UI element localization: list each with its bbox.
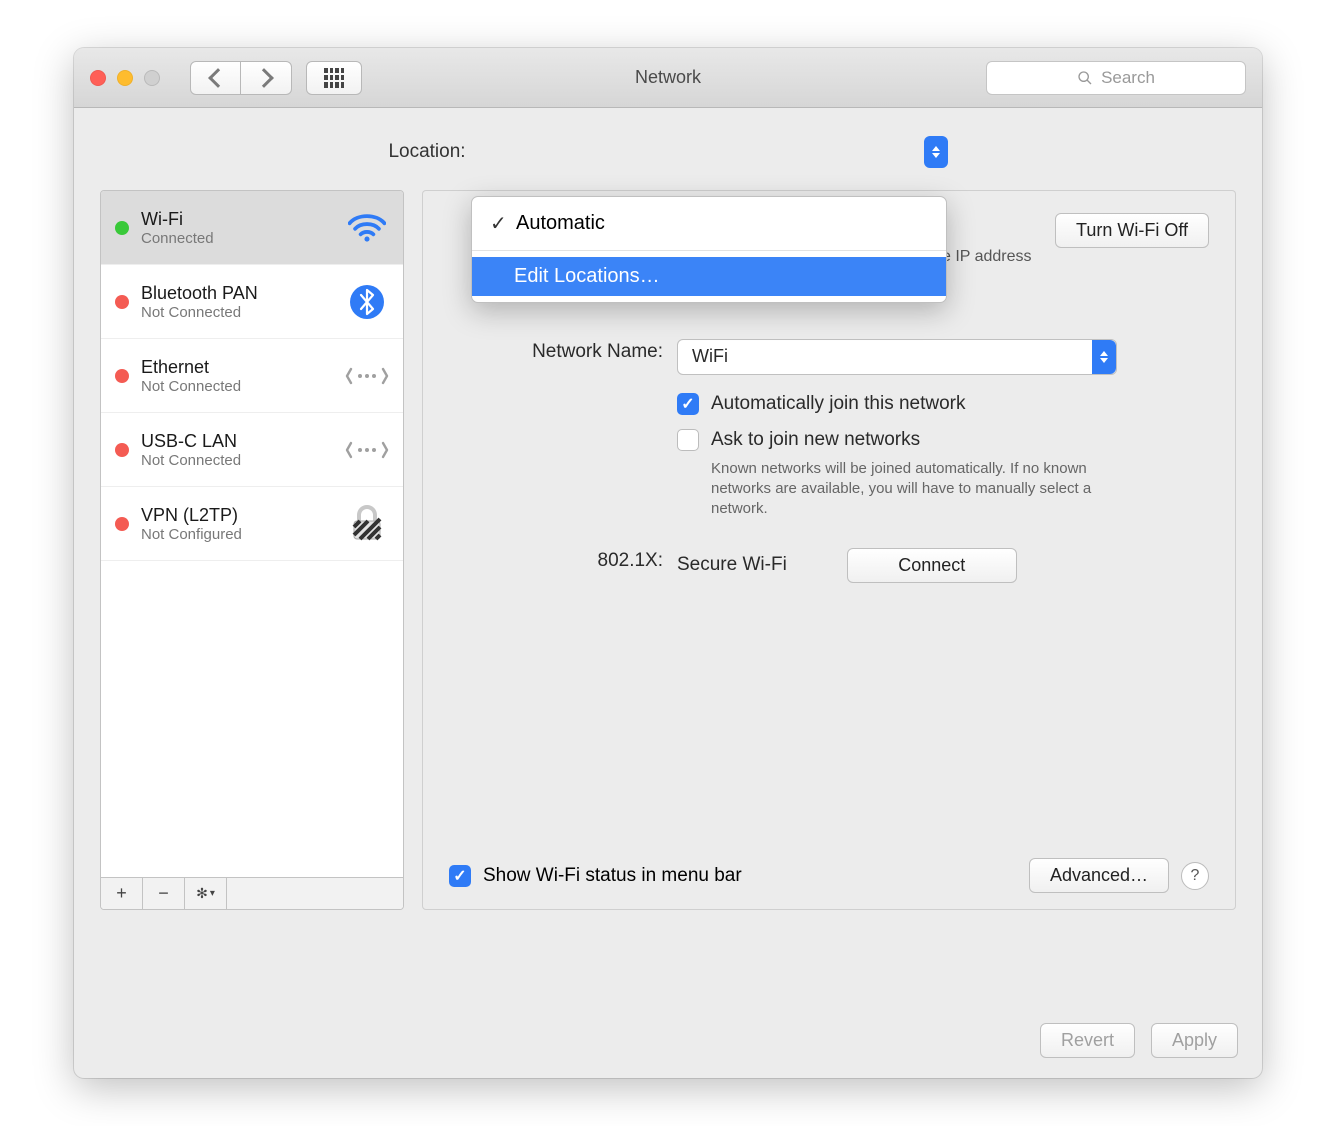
interface-list: Wi-Fi Connected Bluetooth PAN Not Connec… [101, 191, 403, 877]
8021x-label: 802.1X: [449, 548, 677, 583]
titlebar: Network Search [74, 48, 1262, 108]
location-row: Location: [100, 136, 1236, 168]
zoom-button [144, 70, 160, 86]
interface-status: Not Configured [141, 526, 345, 543]
interface-row-bluetooth[interactable]: Bluetooth PAN Not Connected [101, 265, 403, 339]
location-label: Location: [388, 141, 465, 163]
chevron-down-icon: ▾ [210, 888, 215, 899]
interface-name: Wi-Fi [141, 209, 345, 230]
add-interface-button[interactable]: + [101, 878, 143, 909]
interface-name: Ethernet [141, 357, 345, 378]
interface-status: Connected [141, 230, 345, 247]
interface-actions-button[interactable]: ✻▾ [185, 878, 227, 909]
ask-join-checkbox[interactable] [677, 429, 699, 451]
advanced-button[interactable]: Advanced… [1029, 858, 1169, 893]
lock-icon [345, 505, 389, 543]
search-field[interactable]: Search [986, 61, 1246, 95]
dropdown-arrows-icon [1092, 340, 1116, 374]
window-footer-buttons: Revert Apply [1040, 1023, 1238, 1058]
apply-button[interactable]: Apply [1151, 1023, 1238, 1058]
help-button[interactable]: ? [1181, 862, 1209, 890]
interface-name: USB-C LAN [141, 431, 345, 452]
toggle-wifi-button[interactable]: Turn Wi-Fi Off [1055, 213, 1209, 248]
8021x-value: Secure Wi-Fi [677, 554, 787, 576]
network-name-label: Network Name: [449, 339, 677, 375]
gear-icon: ✻ [196, 885, 208, 902]
window-controls [90, 70, 160, 86]
bluetooth-icon [345, 284, 389, 320]
interface-status: Not Connected [141, 304, 345, 321]
network-prefs-window: Network Search Location: ✓ Automatic [74, 48, 1262, 1078]
interface-name: Bluetooth PAN [141, 283, 345, 304]
back-button[interactable] [191, 62, 241, 94]
interface-row-wifi[interactable]: Wi-Fi Connected [101, 191, 403, 265]
interface-status: Not Connected [141, 452, 345, 469]
search-placeholder: Search [1101, 68, 1155, 88]
network-name-value: WiFi [692, 346, 728, 367]
interface-row-ethernet[interactable]: Ethernet Not Connected [101, 339, 403, 413]
revert-button[interactable]: Revert [1040, 1023, 1135, 1058]
close-button[interactable] [90, 70, 106, 86]
grid-icon [324, 68, 344, 88]
network-name-dropdown[interactable]: WiFi [677, 339, 1117, 375]
minimize-button[interactable] [117, 70, 133, 86]
status-dot-icon [115, 221, 129, 235]
interface-name: VPN (L2TP) [141, 505, 345, 526]
interface-status: Not Connected [141, 378, 345, 395]
network-name-row: Network Name: WiFi [449, 339, 1209, 375]
location-menu: ✓ Automatic Edit Locations… [471, 196, 947, 303]
dropdown-arrows-icon [924, 136, 948, 168]
show-status-label: Show Wi-Fi status in menu bar [483, 865, 742, 887]
status-dot-icon [115, 295, 129, 309]
status-dot-icon [115, 369, 129, 383]
interface-row-vpn[interactable]: VPN (L2TP) Not Configured [101, 487, 403, 561]
search-icon [1077, 70, 1093, 86]
ethernet-icon [345, 361, 389, 391]
interface-list-panel: Wi-Fi Connected Bluetooth PAN Not Connec… [100, 190, 404, 910]
ethernet-icon [345, 435, 389, 465]
nav-buttons [190, 61, 292, 95]
forward-button[interactable] [241, 62, 291, 94]
remove-interface-button[interactable]: − [143, 878, 185, 909]
show-all-button[interactable] [306, 61, 362, 95]
status-dot-icon [115, 443, 129, 457]
location-menu-item-edit[interactable]: Edit Locations… [472, 257, 946, 296]
location-menu-item-automatic[interactable]: ✓ Automatic [472, 203, 946, 244]
status-dot-icon [115, 517, 129, 531]
panel-footer: Show Wi-Fi status in menu bar Advanced… … [449, 858, 1209, 893]
interface-row-usbc[interactable]: USB-C LAN Not Connected [101, 413, 403, 487]
ask-join-label: Ask to join new networks [711, 429, 920, 451]
8021x-row: 802.1X: Secure Wi-Fi Connect [449, 548, 1209, 583]
auto-join-checkbox[interactable] [677, 393, 699, 415]
connect-button[interactable]: Connect [847, 548, 1017, 583]
content-area: Location: ✓ Automatic Edit Locations… [74, 108, 1262, 1078]
checkmark-icon: ✓ [490, 211, 506, 236]
auto-join-label: Automatically join this network [711, 393, 966, 415]
location-dropdown[interactable] [478, 136, 948, 168]
interface-toolbar: + − ✻▾ [101, 877, 403, 909]
wifi-icon [345, 213, 389, 243]
show-status-checkbox[interactable] [449, 865, 471, 887]
ask-join-hint: Known networks will be joined automatica… [711, 459, 1111, 520]
